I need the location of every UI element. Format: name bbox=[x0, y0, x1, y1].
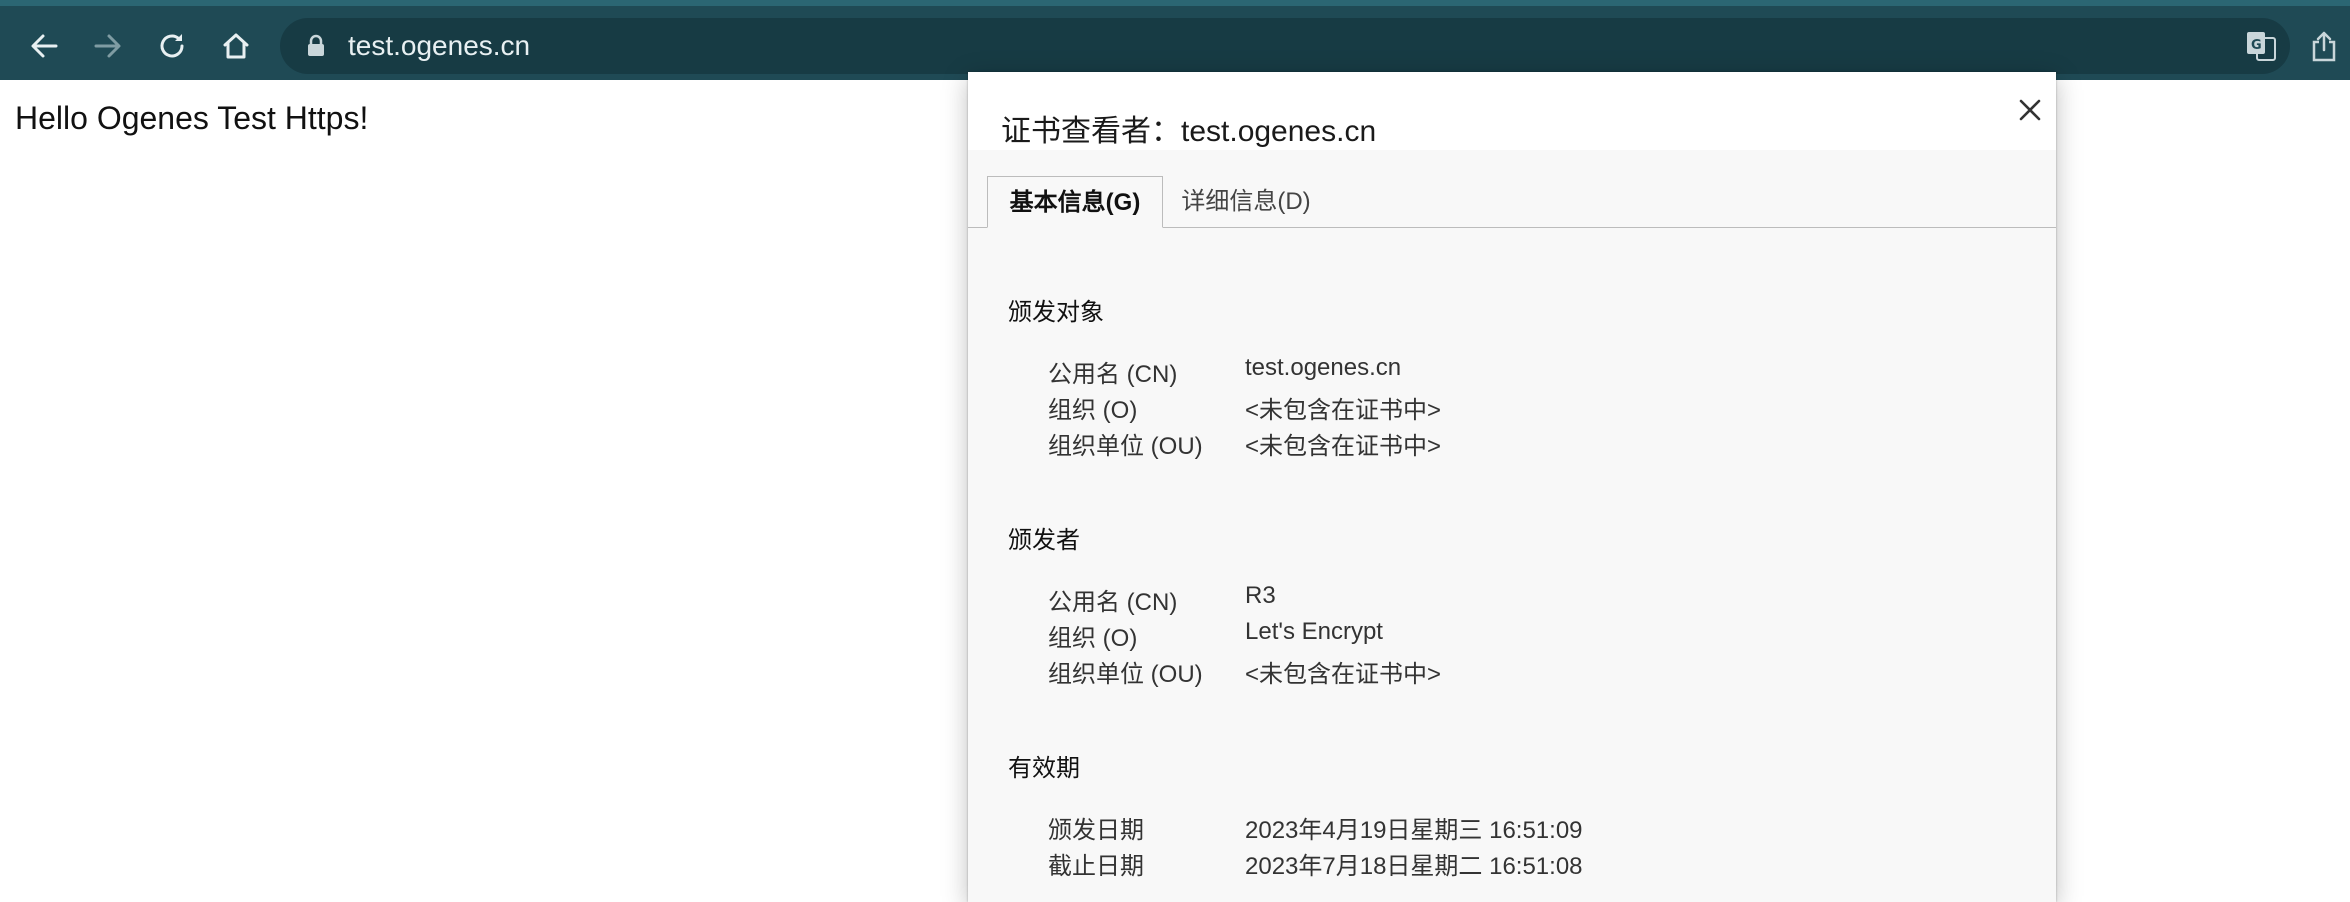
tab-general[interactable]: 基本信息(G) bbox=[987, 176, 1163, 228]
close-button[interactable] bbox=[2008, 88, 2052, 132]
browser-toolbar: test.ogenes.cn G bbox=[0, 0, 2350, 80]
arrow-left-icon bbox=[31, 34, 58, 58]
lock-icon[interactable] bbox=[306, 34, 326, 58]
home-button[interactable] bbox=[214, 24, 258, 68]
reload-icon bbox=[160, 34, 184, 58]
svg-text:G: G bbox=[2251, 38, 2262, 53]
dialog-header: 证书查看者：test.ogenes.cn bbox=[968, 72, 2056, 150]
back-button[interactable] bbox=[22, 24, 66, 68]
field-value: 2023年4月19日星期三 16:51:09 bbox=[1245, 817, 1583, 844]
url-text[interactable]: test.ogenes.cn bbox=[348, 30, 530, 62]
field-label: 组织 (O) bbox=[1048, 625, 1138, 652]
field-label: 组织 (O) bbox=[1048, 397, 1138, 424]
field-label: 颁发日期 bbox=[1048, 817, 1144, 844]
field-label: 组织单位 (OU) bbox=[1048, 433, 1203, 460]
issued-to-heading: 颁发对象 bbox=[1008, 299, 1104, 326]
translate-icon: G bbox=[2247, 32, 2276, 61]
page-body-text: Hello Ogenes Test Https! bbox=[15, 100, 369, 136]
certificate-viewer-dialog: 证书查看者：test.ogenes.cn 基本信息(G) 详细信息(D) 颁发对… bbox=[968, 72, 2056, 902]
share-button[interactable] bbox=[2306, 28, 2342, 64]
issued-by-heading: 颁发者 bbox=[1008, 527, 1080, 554]
field-value: 2023年7月18日星期二 16:51:08 bbox=[1245, 853, 1583, 880]
field-label: 截止日期 bbox=[1048, 853, 1144, 880]
translate-button[interactable]: G bbox=[2243, 28, 2279, 64]
tab-details[interactable]: 详细信息(D) bbox=[1171, 176, 1321, 228]
dialog-title: 证书查看者：test.ogenes.cn bbox=[1001, 115, 1377, 148]
field-value: Let's Encrypt bbox=[1245, 618, 1383, 645]
field-value: <未包含在证书中> bbox=[1245, 397, 1442, 424]
home-icon bbox=[223, 33, 249, 59]
field-label: 公用名 (CN) bbox=[1048, 361, 1178, 388]
arrow-right-icon bbox=[94, 34, 121, 58]
reload-button[interactable] bbox=[150, 24, 194, 68]
field-value: test.ogenes.cn bbox=[1245, 354, 1402, 381]
field-value: <未包含在证书中> bbox=[1245, 433, 1442, 460]
field-value: <未包含在证书中> bbox=[1245, 661, 1442, 688]
field-label: 组织单位 (OU) bbox=[1048, 661, 1203, 688]
forward-button[interactable] bbox=[86, 24, 130, 68]
field-label: 公用名 (CN) bbox=[1048, 589, 1178, 616]
address-bar[interactable]: test.ogenes.cn bbox=[280, 18, 2290, 74]
validity-heading: 有效期 bbox=[1008, 755, 1080, 782]
field-value: R3 bbox=[1245, 582, 1276, 609]
share-icon bbox=[2312, 31, 2336, 62]
close-icon bbox=[2019, 99, 2041, 121]
